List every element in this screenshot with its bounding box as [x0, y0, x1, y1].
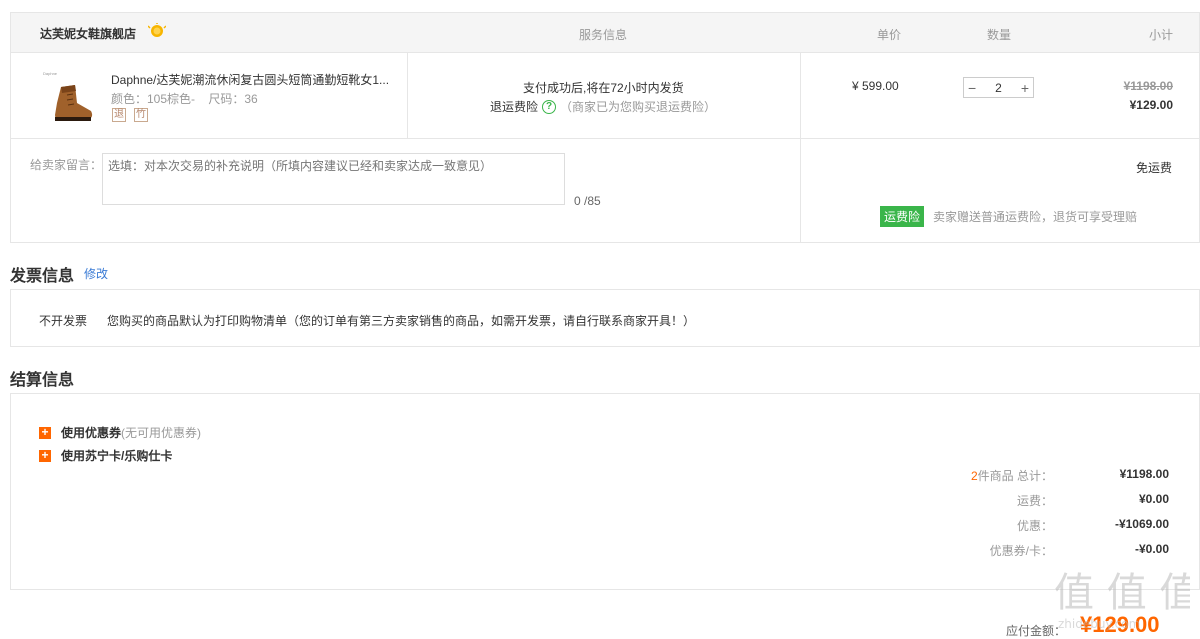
quantity-value[interactable]: 2 — [995, 81, 1002, 95]
shipping-promise: 支付成功后,将在72小时内发货 — [523, 81, 684, 95]
watermark-sub: zhidebuy.com — [1058, 617, 1140, 631]
decrease-button[interactable]: − — [968, 81, 976, 95]
product-color: 颜色：105棕色- — [111, 92, 196, 106]
item-row: Daphne Daphne/达芙妮潮流休闲复古圆头短筒通勤短靴女1... 颜色：… — [11, 53, 1199, 139]
invoice-edit-link[interactable]: 修改 — [84, 265, 108, 282]
header-unit-price: 单价 — [877, 28, 902, 42]
product-attributes: 颜色：105棕色- 尺码：36 — [111, 90, 268, 107]
message-label: 给卖家留言： — [30, 158, 103, 172]
site-watermark: 值 值 值 zhidebuy.com — [1050, 558, 1199, 633]
service-badge-icon[interactable]: 竹 — [134, 108, 148, 122]
svg-text:Daphne: Daphne — [43, 71, 58, 76]
coupon-label: 使用优惠券 — [61, 426, 122, 440]
divider — [407, 53, 408, 139]
freight-insurance-tag: 运费险 — [880, 206, 925, 227]
invoice-box: 不开发票 您购买的商品默认为打印购物清单（您的订单有第三方卖家销售的商品，如需开… — [10, 289, 1200, 347]
header-subtotal: 小计 — [1149, 28, 1174, 42]
header-quantity: 数量 — [987, 28, 1012, 42]
expand-plus-icon[interactable]: + — [39, 426, 51, 439]
freight-insurance-text: 卖家赠送普通运费险，退货可享受理赔 — [933, 210, 1138, 224]
discount-label: 优惠： — [1016, 519, 1053, 533]
original-subtotal: ¥1198.00 — [1123, 79, 1173, 93]
seller-message-input[interactable] — [102, 153, 565, 205]
insurance-note: （商家已为您购买退运费险） — [560, 100, 717, 114]
divider — [800, 53, 801, 243]
freight-value: ¥0.00 — [1138, 492, 1169, 506]
unit-price: ¥ 599.00 — [852, 79, 899, 93]
coupon-card-label: 优惠券/卡： — [989, 544, 1053, 558]
coupon-card-value: -¥0.00 — [1134, 542, 1169, 556]
watermark-logo: 值 值 值 zhidebuy.com — [1054, 570, 1199, 631]
header-service: 服务信息 — [579, 28, 628, 42]
total-label-text: 件商品 总计： — [977, 469, 1053, 483]
settlement-box: + 使用优惠券 (无可用优惠券) + 使用苏宁卡/乐购仕卡 2件商品 总计： ¥… — [10, 393, 1200, 590]
total-value: ¥1198.00 — [1119, 467, 1169, 481]
order-header: 达芙妮女鞋旗舰店 服务信息 单价 数量 小计 — [11, 13, 1199, 53]
product-size: 尺码：36 — [208, 92, 258, 106]
item-count: 2 — [970, 469, 978, 483]
shop-badge-icon — [148, 23, 166, 37]
subtotal: ¥129.00 — [1129, 98, 1173, 112]
insurance-label: 退运费险 — [490, 100, 539, 114]
use-coupon-option[interactable]: + 使用优惠券 (无可用优惠券) — [39, 424, 201, 441]
use-card-option[interactable]: + 使用苏宁卡/乐购仕卡 — [39, 447, 172, 464]
coupon-note: (无可用优惠券) — [121, 426, 202, 440]
product-image[interactable]: Daphne — [39, 67, 99, 127]
discount-value: -¥1069.00 — [1114, 517, 1169, 531]
product-title[interactable]: Daphne/达芙妮潮流休闲复古圆头短筒通勤短靴女1... — [111, 71, 396, 88]
watermark-text: 值 值 值 — [1054, 570, 1190, 616]
expand-plus-icon[interactable]: + — [39, 449, 51, 462]
free-shipping-label: 免运费 — [1135, 161, 1172, 175]
invoice-type: 不开发票 — [39, 314, 88, 328]
card-label: 使用苏宁卡/乐购仕卡 — [61, 449, 173, 463]
shop-name[interactable]: 达芙妮女鞋旗舰店 — [40, 25, 136, 42]
invoice-description: 您购买的商品默认为打印购物清单（您的订单有第三方卖家销售的商品，如需开发票，请自… — [107, 314, 696, 328]
help-question-icon[interactable]: ? — [542, 99, 557, 114]
increase-button[interactable]: + — [1021, 81, 1029, 95]
quantity-stepper: − 2 + — [963, 77, 1034, 98]
order-block: 达芙妮女鞋旗舰店 服务信息 单价 数量 小计 Daphne Daphne/达芙妮… — [10, 12, 1200, 243]
settlement-section-title: 结算信息 — [10, 372, 75, 389]
invoice-section-title: 发票信息 — [10, 268, 75, 285]
total-label: 2件商品 总计： — [971, 467, 1053, 484]
return-service-icon[interactable]: 退 — [112, 108, 126, 122]
insurance-info: 退运费险 ? （商家已为您购买退运费险） — [490, 98, 716, 115]
message-char-count: 0 /85 — [574, 194, 601, 208]
freight-label: 运费： — [1016, 494, 1053, 508]
